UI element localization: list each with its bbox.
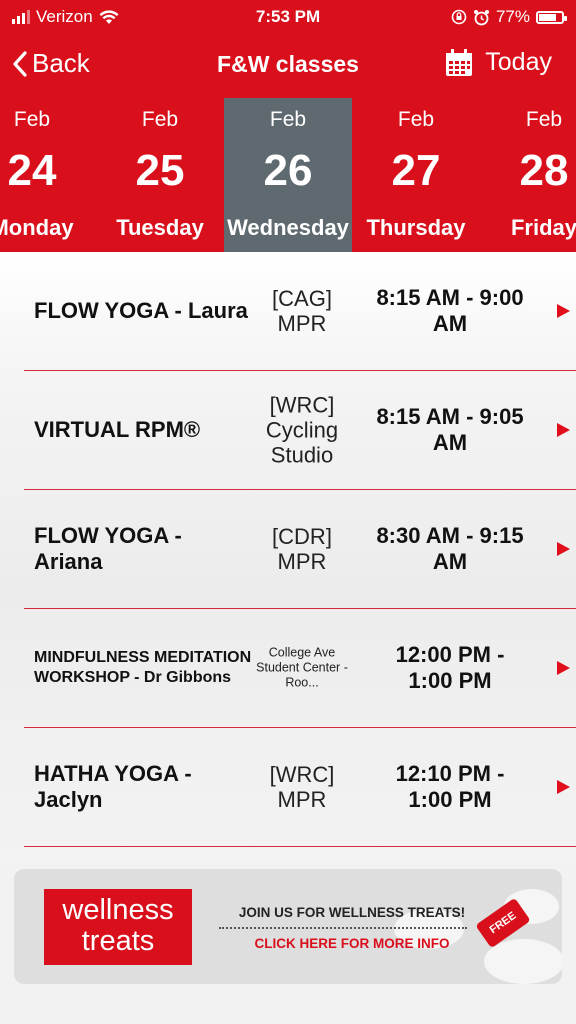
status-bar: Verizon 7:53 PM 77%: [0, 0, 576, 34]
today-label: Today: [485, 48, 552, 76]
logo-line-1: wellness: [62, 894, 174, 926]
class-name: VIRTUAL RPM®: [34, 417, 201, 442]
day-weekday: Friday: [510, 215, 576, 240]
class-list: FLOW YOGA - Laura [CAG] MPR 8:15 AM - 9:…: [0, 252, 576, 862]
class-row[interactable]: HATHA YOGA - Jaclyn [WRC] MPR 12:10 PM -…: [24, 728, 576, 847]
app-header: Verizon 7:53 PM 77% Back F&W classes Tod…: [0, 0, 576, 252]
day-weekday: Monday: [0, 215, 74, 240]
day-tab-0[interactable]: Feb 24 Monday: [0, 98, 96, 252]
battery-percent: 77%: [495, 7, 530, 26]
wellness-treats-banner[interactable]: wellness treats JOIN US FOR WELLNESS TRE…: [14, 869, 562, 984]
class-location: [CAG] MPR: [272, 286, 332, 336]
day-selector: Feb 24 Monday Feb 25 Tuesday Feb 26 Wedn…: [0, 98, 576, 252]
class-name: MINDFULNESS MEDITATION WORKSHOP - Dr Gib…: [34, 649, 252, 686]
play-arrow-icon[interactable]: [557, 542, 570, 556]
day-number: 28: [519, 146, 569, 195]
class-location: College Ave Student Center - Roo...: [256, 645, 348, 690]
calendar-icon: [446, 48, 473, 76]
decor-stone: [484, 939, 562, 984]
class-time: 8:15 AM - 9:05 AM: [376, 404, 524, 455]
day-number: 25: [135, 146, 185, 195]
day-tab-2-selected[interactable]: Feb 26 Wednesday: [224, 98, 352, 252]
nav-bar: Back F&W classes Today: [0, 38, 576, 94]
play-arrow-icon[interactable]: [557, 304, 570, 318]
class-name: FLOW YOGA - Laura: [34, 298, 248, 323]
logo-line-2: treats: [81, 925, 155, 957]
banner-cta[interactable]: CLICK HERE FOR MORE INFO: [232, 936, 472, 951]
class-time: 8:15 AM - 9:00 AM: [376, 285, 524, 336]
day-weekday: Thursday: [366, 215, 466, 240]
battery-fill: [539, 13, 556, 21]
class-location: [CDR] MPR: [272, 524, 332, 574]
class-name: HATHA YOGA - Jaclyn: [34, 761, 192, 812]
orientation-lock-icon: [451, 9, 467, 25]
day-month: Feb: [269, 108, 307, 131]
battery-icon: [536, 10, 567, 24]
class-time: 8:30 AM - 9:15 AM: [376, 523, 524, 574]
class-location: [WRC] Cycling Studio: [265, 392, 339, 468]
day-weekday: Tuesday: [116, 215, 204, 240]
day-number: 24: [7, 146, 57, 195]
alarm-icon: [473, 9, 489, 25]
banner-headline: JOIN US FOR WELLNESS TREATS!: [238, 905, 466, 920]
class-row[interactable]: MINDFULNESS MEDITATION WORKSHOP - Dr Gib…: [24, 609, 576, 728]
class-time: 12:00 PM - 1:00 PM: [395, 642, 505, 693]
status-right: 77%: [451, 7, 567, 27]
day-month: Feb: [13, 108, 51, 131]
play-arrow-icon[interactable]: [557, 661, 570, 675]
banner-divider: [219, 927, 467, 929]
class-location: [WRC] MPR: [269, 762, 335, 812]
day-tab-3[interactable]: Feb 27 Thursday: [352, 98, 480, 252]
day-tab-1[interactable]: Feb 25 Tuesday: [96, 98, 224, 252]
class-time: 12:10 PM - 1:00 PM: [395, 761, 505, 812]
day-tab-4[interactable]: Feb 28 Friday: [480, 98, 576, 252]
class-row[interactable]: FLOW YOGA - Ariana [CDR] MPR 8:30 AM - 9…: [24, 490, 576, 609]
class-row[interactable]: VIRTUAL RPM® [WRC] Cycling Studio 8:15 A…: [24, 371, 576, 490]
today-button[interactable]: Today: [445, 48, 552, 77]
day-month: Feb: [397, 108, 435, 131]
day-month: Feb: [141, 108, 179, 131]
play-arrow-icon[interactable]: [557, 780, 570, 794]
wellness-treats-logo: wellness treats: [44, 889, 192, 965]
day-weekday: Wednesday: [227, 215, 349, 240]
day-number: 26: [263, 146, 313, 195]
play-arrow-icon[interactable]: [557, 423, 570, 437]
class-name: FLOW YOGA - Ariana: [34, 523, 182, 574]
class-row[interactable]: FLOW YOGA - Laura [CAG] MPR 8:15 AM - 9:…: [24, 252, 576, 371]
day-month: Feb: [525, 108, 563, 131]
day-number: 27: [391, 146, 441, 195]
